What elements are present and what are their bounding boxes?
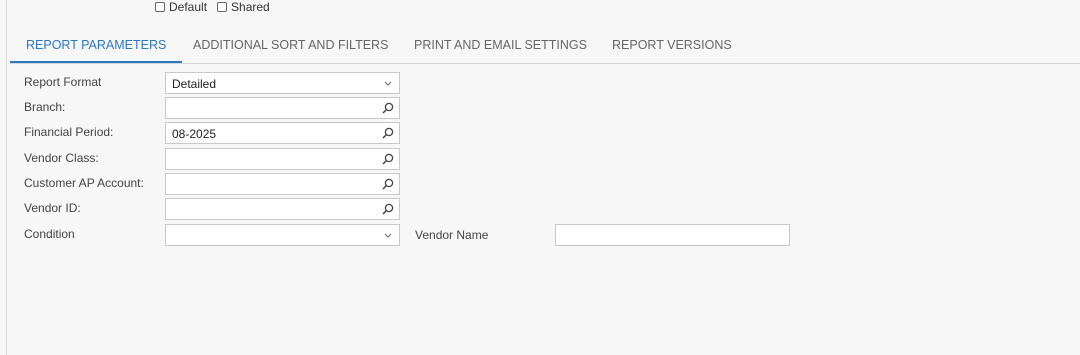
vendor-id-label: Vendor ID: [24, 201, 81, 215]
tab-report-versions[interactable]: REPORT VERSIONS [612, 27, 732, 62]
shared-checkbox[interactable]: Shared [217, 0, 270, 14]
vendor-id-field[interactable] [165, 198, 400, 220]
search-icon[interactable] [381, 126, 395, 140]
search-icon[interactable] [381, 101, 395, 115]
tab-bar: REPORT PARAMETERS ADDITIONAL SORT AND FI… [10, 27, 1080, 64]
customer-ap-account-label: Customer AP Account: [24, 176, 144, 190]
search-icon[interactable] [381, 202, 395, 216]
financial-period-label: Financial Period: [24, 125, 114, 139]
tab-additional-sort-and-filters[interactable]: ADDITIONAL SORT AND FILTERS [193, 27, 388, 62]
financial-period-value: 08-2025 [172, 127, 217, 141]
default-checkbox-box[interactable] [155, 2, 165, 12]
report-format-label: Report Format [24, 75, 102, 89]
vendor-name-label: Vendor Name [415, 228, 489, 242]
vendor-class-label: Vendor Class: [24, 151, 99, 165]
search-icon[interactable] [381, 177, 395, 191]
search-icon[interactable] [381, 152, 395, 166]
chevron-down-icon[interactable] [381, 228, 395, 242]
default-checkbox[interactable]: Default [155, 0, 207, 14]
financial-period-field[interactable]: 08-2025 [165, 122, 400, 144]
default-checkbox-label: Default [169, 0, 208, 14]
tab-print-and-email-settings[interactable]: PRINT AND EMAIL SETTINGS [414, 27, 587, 62]
condition-select[interactable] [165, 224, 400, 246]
shared-checkbox-label: Shared [231, 0, 270, 14]
branch-label: Branch: [24, 100, 66, 114]
chevron-down-icon[interactable] [381, 76, 395, 90]
report-format-select[interactable]: Detailed [165, 72, 400, 94]
left-border [6, 0, 7, 355]
customer-ap-account-field[interactable] [165, 173, 400, 195]
vendor-class-field[interactable] [165, 148, 400, 170]
report-options: Default Shared [155, 0, 280, 14]
vendor-name-input[interactable] [555, 224, 790, 246]
tab-report-parameters[interactable]: REPORT PARAMETERS [10, 27, 183, 63]
shared-checkbox-box[interactable] [217, 2, 228, 12]
report-format-value: Detailed [172, 77, 217, 91]
branch-field[interactable] [165, 97, 400, 119]
condition-label: Condition [24, 227, 75, 241]
